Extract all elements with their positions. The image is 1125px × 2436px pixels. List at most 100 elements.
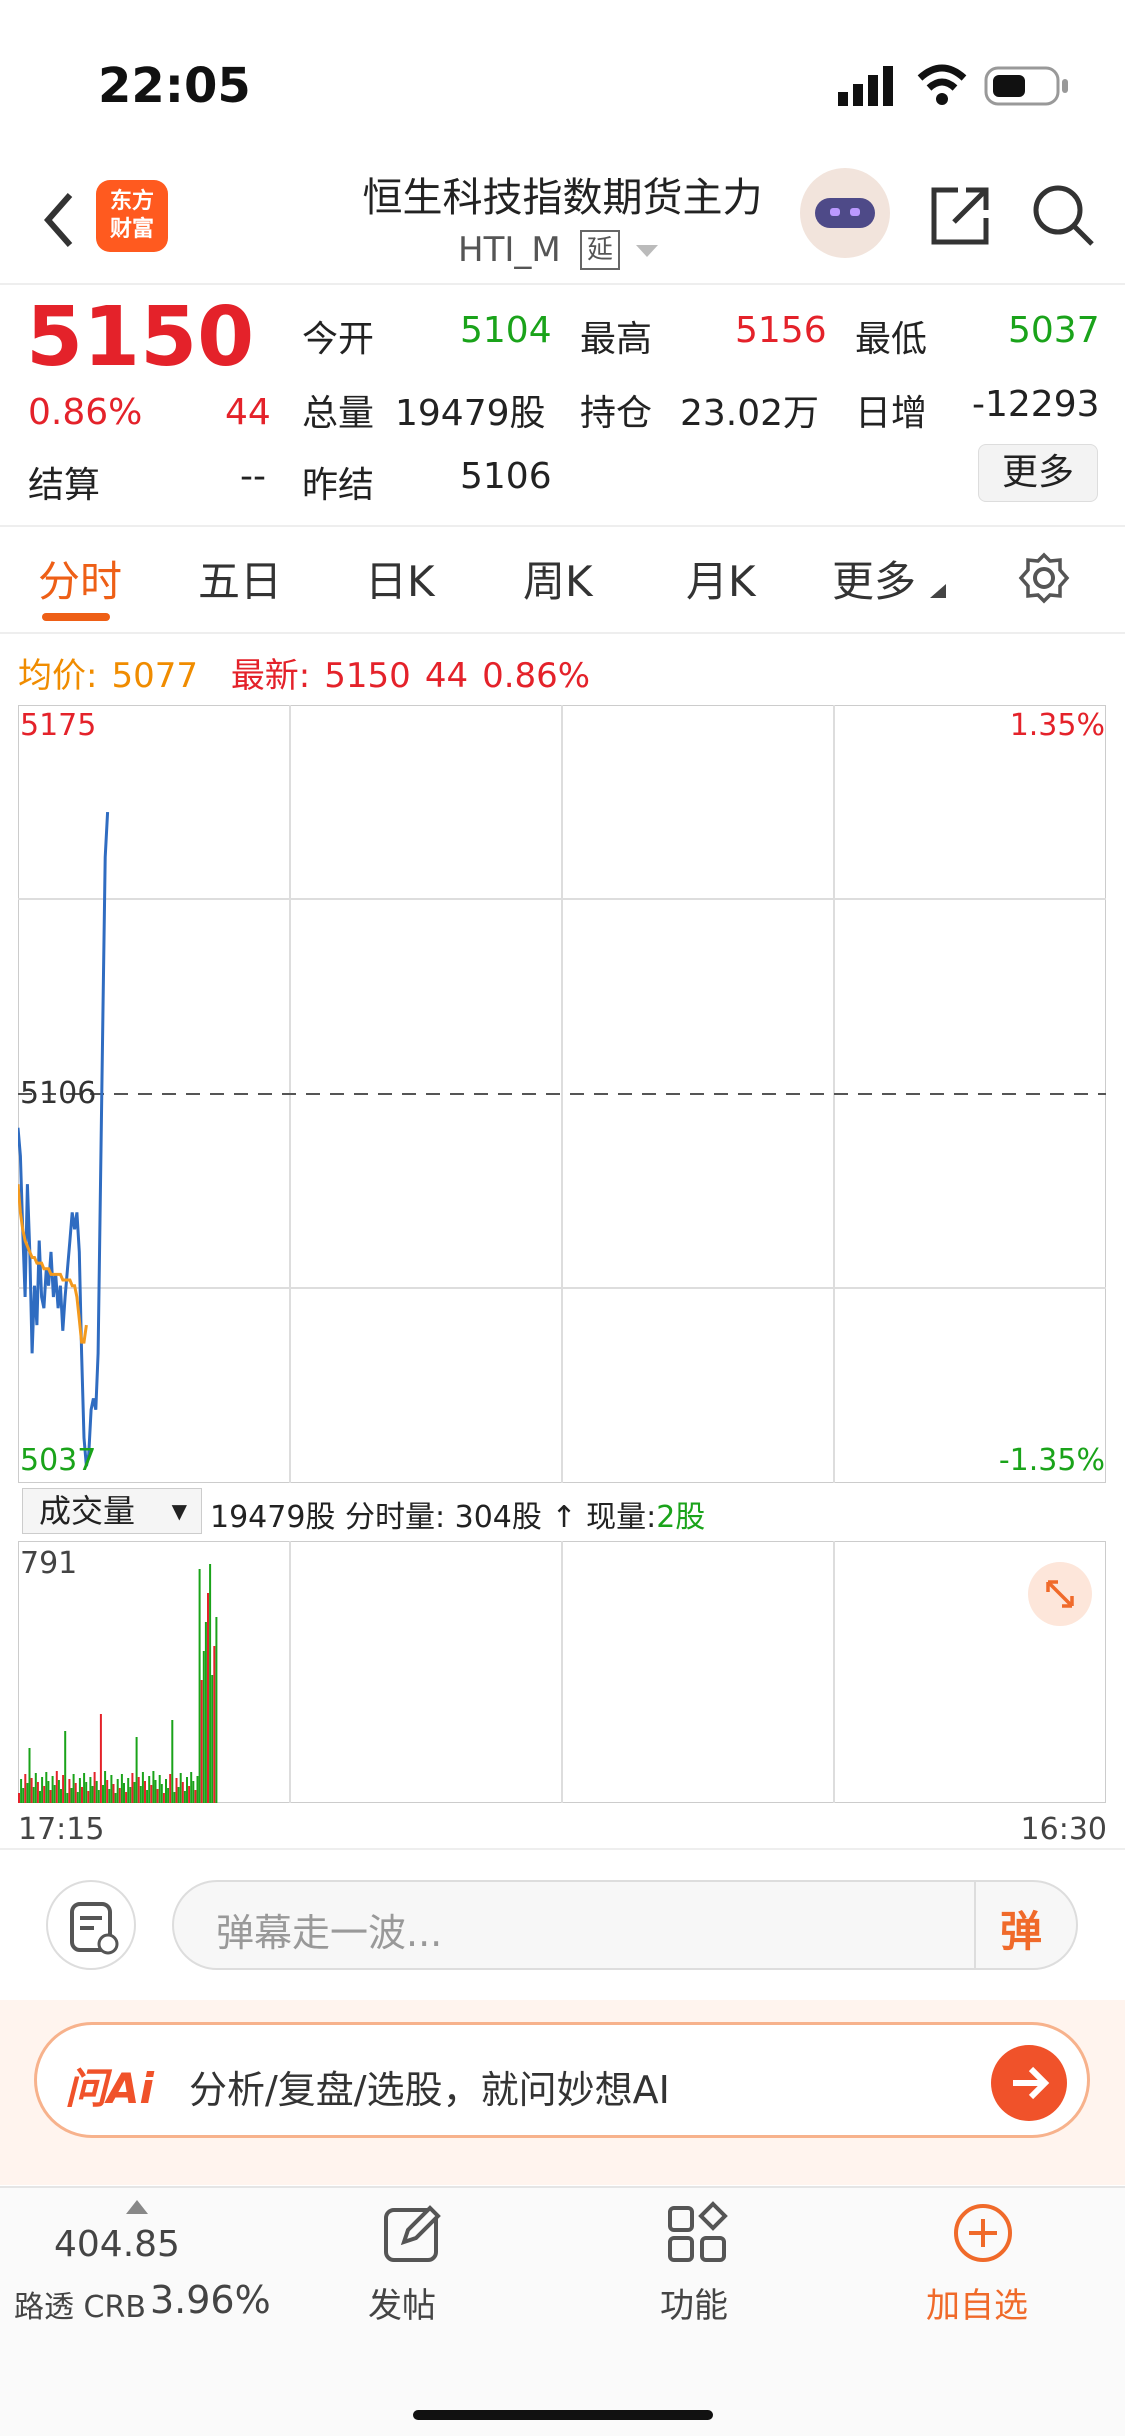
volume-bar [202,1651,205,1803]
volume-bar [36,1782,39,1803]
volume-bar [194,1790,197,1803]
volume-bar [51,1776,54,1803]
last-price: 5150 [26,290,255,385]
open-value: 5104 [460,310,552,351]
grid-icon[interactable] [664,2200,730,2266]
indicator-select[interactable]: 成交量 ▼ [22,1488,202,1534]
volume-bar [196,1776,199,1803]
more-button[interactable]: 更多 [978,444,1098,502]
volume-bar [34,1773,37,1803]
volume-bar [57,1780,60,1803]
high-label: 最高 [580,319,653,360]
prev-label: 昨结 [302,465,375,506]
battery-icon [984,66,1068,106]
volume-bar [146,1790,149,1803]
volume-bar [154,1780,157,1803]
vol-max-label: 791 [20,1546,78,1581]
gear-icon[interactable] [1018,552,1070,604]
volume-bar [179,1773,182,1803]
volume-bar [118,1788,121,1803]
index-value[interactable]: 404.85 [54,2224,180,2265]
volume-bar [28,1748,31,1803]
volume-bar [156,1789,159,1803]
tab-intraday[interactable]: 分时 [38,548,122,609]
status-bar: 22:05 [0,0,1125,160]
vol-now: 2股 [656,1500,706,1535]
volume-bar [116,1779,119,1803]
search-icon[interactable] [1030,182,1096,248]
volume-bar [141,1772,144,1803]
volume-bar [177,1787,180,1803]
volume-bar [207,1593,209,1803]
volume-bar [97,1790,100,1803]
volume-bar [47,1781,50,1803]
y-mid-label: 5106 [20,1076,97,1111]
volume-bar [81,1787,83,1803]
tab-daily-k[interactable]: 日K [365,548,435,609]
comment-button[interactable] [46,1880,136,1970]
indicator-select-value: 成交量 [39,1492,136,1530]
clock: 22:05 [98,58,251,114]
volume-bar [200,1680,203,1803]
volume-bar [39,1791,41,1803]
tab-indicator [42,613,110,621]
add-watchlist-icon[interactable] [950,2200,1016,2266]
share-icon[interactable] [928,184,992,248]
volume-chart[interactable] [18,1541,1106,1803]
volume-bar [30,1778,33,1803]
danmu-button[interactable]: 弹 [1000,1898,1042,1959]
ai-bar[interactable]: 问Ai 分析/复盘/选股，就问妙想AI [34,2022,1090,2138]
volume-bar [43,1786,46,1803]
ai-go-button[interactable] [991,2045,1067,2121]
index-name[interactable]: 路透 CRB [14,2282,146,2326]
more-tri-icon [930,584,946,598]
danmu-input[interactable]: 弹幕走一波... 弹 [172,1880,1078,1970]
volume-bar [186,1777,188,1803]
volume-bar [26,1783,29,1803]
add-watchlist-label[interactable]: 加自选 [926,2278,1028,2327]
price-line [18,812,110,1467]
y-top-label: 5175 [20,708,97,743]
volume-bar [144,1781,146,1803]
latest-chg: 44 [424,656,469,696]
tab-5day[interactable]: 五日 [198,548,282,609]
volume-bar [70,1788,73,1803]
function-label[interactable]: 功能 [660,2278,728,2327]
volume-bar [135,1737,138,1803]
volume-bar [18,1793,20,1803]
volume-bar [169,1774,172,1803]
post-label[interactable]: 发帖 [368,2278,436,2327]
volume-bar [167,1788,170,1803]
latest-value: 5150 [324,656,411,696]
volume-info: 19479股 分时量: 304股 ↑ 现量:2股 [210,1500,706,1535]
volume-bar [66,1793,69,1803]
volume-bar [114,1793,117,1803]
expand-icon [1046,1580,1074,1608]
change-amount: 44 [225,392,271,433]
index-pct[interactable]: 3.96% [150,2278,271,2322]
tab-more[interactable]: 更多 [832,548,916,609]
intraday-chart[interactable] [18,705,1106,1483]
expand-button[interactable] [1028,1562,1092,1626]
prev-value: 5106 [460,456,552,497]
dropdown-icon[interactable] [636,245,658,259]
change-pct: 0.86% [28,392,143,433]
latest-pct: 0.86% [482,656,591,696]
volume-bar [110,1775,113,1803]
volume-bar [91,1786,94,1803]
pct-bottom-label: -1.35% [998,1443,1105,1478]
avg-label: 均价: [18,656,98,696]
home-indicator [413,2410,713,2420]
tab-monthly-k[interactable]: 月K [686,548,756,609]
volume-bar [64,1731,67,1803]
vol-seg: 分时量: 304股 [344,1500,542,1535]
volume-bar [74,1783,77,1803]
tab-weekly-k[interactable]: 周K [523,548,593,609]
volume-bar [129,1787,132,1803]
volume-bar [150,1785,153,1803]
assistant-avatar[interactable] [800,168,890,258]
volume-bar [87,1791,90,1803]
chart-legend: 均价: 5077 最新: 5150 44 0.86% [18,648,590,697]
oi-value: 23.02万 [680,393,820,434]
edit-icon[interactable] [380,2200,446,2266]
